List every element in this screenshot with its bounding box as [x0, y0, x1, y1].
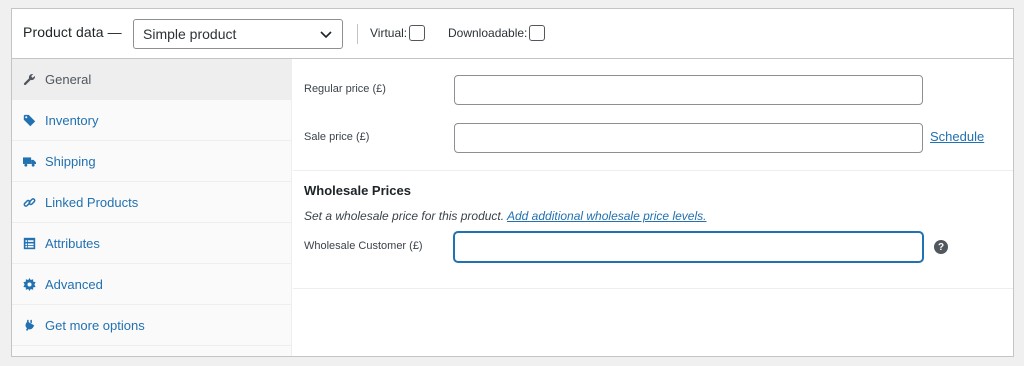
regular-price-label: Regular price (£) [304, 83, 386, 95]
tab-get-more-options-label: Get more options [45, 317, 145, 333]
product-data-tabs: General Inventory Shipping Linked Produc… [12, 59, 292, 356]
virtual-checkbox[interactable] [409, 25, 426, 41]
general-tab-content: Regular price (£) Sale price (£) Schedul… [293, 59, 1013, 356]
add-wholesale-levels-link[interactable]: Add additional wholesale price levels. [507, 209, 706, 223]
product-type-select[interactable]: Simple product [133, 19, 343, 49]
wrench-icon [22, 72, 36, 86]
header-divider [357, 24, 358, 44]
gear-icon [22, 277, 36, 291]
schedule-link[interactable]: Schedule [930, 129, 984, 144]
wholesale-description-text: Set a wholesale price for this product. [304, 209, 505, 223]
sale-price-input[interactable] [454, 123, 923, 153]
truck-icon [22, 154, 36, 168]
list-icon [22, 236, 36, 250]
wholesale-customer-label: Wholesale Customer (£) [304, 240, 423, 252]
product-type-value: Simple product [143, 26, 237, 42]
downloadable-label: Downloadable: [448, 26, 528, 40]
link-icon [22, 195, 36, 209]
virtual-option[interactable]: Virtual: [370, 25, 426, 41]
wholesale-customer-input[interactable] [454, 232, 923, 262]
help-icon[interactable]: ? [934, 240, 948, 254]
regular-price-input[interactable] [454, 75, 923, 105]
tab-advanced-label: Advanced [45, 276, 103, 292]
tab-get-more-options[interactable]: Get more options [12, 305, 291, 346]
downloadable-checkbox[interactable] [529, 25, 546, 41]
tab-linked-products[interactable]: Linked Products [12, 182, 291, 223]
chevron-down-icon [320, 31, 332, 39]
tab-general-label: General [45, 71, 92, 87]
virtual-label: Virtual: [370, 26, 408, 40]
tab-advanced[interactable]: Advanced [12, 264, 291, 305]
tab-shipping[interactable]: Shipping [12, 141, 291, 182]
tag-icon [22, 113, 36, 127]
product-data-title: Product data — [23, 24, 122, 40]
product-data-header: Product data — Simple product Virtual: D… [12, 9, 1013, 59]
wholesale-prices-section: Wholesale Prices Set a wholesale price f… [293, 171, 1013, 289]
tab-inventory-label: Inventory [45, 112, 99, 128]
tab-general[interactable]: General [12, 59, 291, 100]
tab-attributes-label: Attributes [45, 235, 100, 251]
plugin-icon [22, 318, 36, 332]
tab-attributes[interactable]: Attributes [12, 223, 291, 264]
pricing-section: Regular price (£) Sale price (£) Schedul… [293, 59, 1013, 171]
product-data-panel: Product data — Simple product Virtual: D… [11, 8, 1014, 357]
wholesale-description: Set a wholesale price for this product. … [304, 209, 706, 223]
wholesale-prices-title: Wholesale Prices [304, 183, 411, 198]
sale-price-label: Sale price (£) [304, 131, 370, 143]
tab-linked-products-label: Linked Products [45, 194, 139, 210]
tab-shipping-label: Shipping [45, 153, 96, 169]
tab-inventory[interactable]: Inventory [12, 100, 291, 141]
downloadable-option[interactable]: Downloadable: [448, 25, 546, 41]
